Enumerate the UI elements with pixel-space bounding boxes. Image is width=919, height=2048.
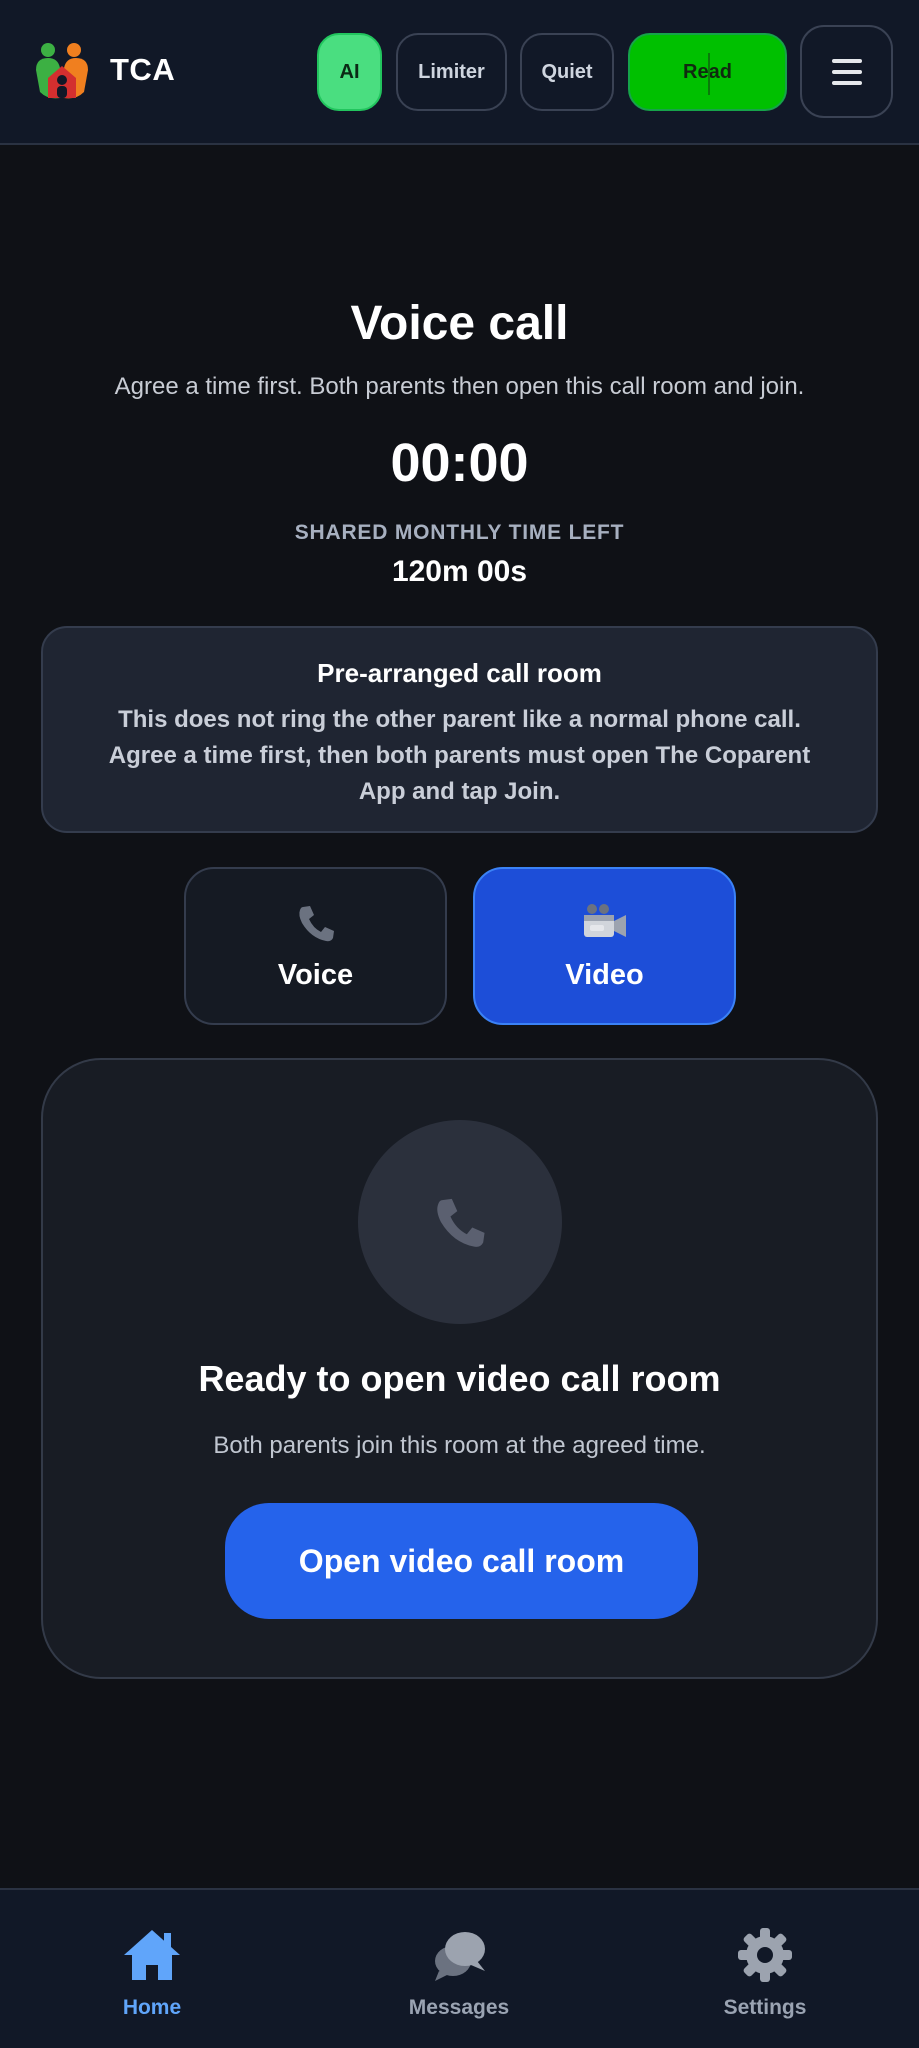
quiet-toggle[interactable]: Quiet: [520, 33, 614, 111]
call-room-title: Ready to open video call room: [198, 1358, 721, 1399]
nav-messages-label: Messages: [408, 1996, 510, 2019]
page-subtitle: Agree a time first. Both parents then op…: [114, 373, 805, 400]
shared-time-label: SHARED MONTHLY TIME LEFT: [294, 521, 625, 544]
voice-mode-button[interactable]: Voice: [184, 867, 447, 1025]
video-mode-label: Video: [565, 959, 644, 991]
nav-settings[interactable]: Settings: [675, 1926, 855, 2020]
shared-time-value: 120m 00s: [391, 555, 528, 588]
read-toggle-divider: [708, 53, 710, 95]
top-bar: TCA AI Limiter Quiet Read: [0, 0, 919, 145]
app-name: TCA: [110, 52, 176, 87]
ai-toggle[interactable]: AI: [317, 33, 382, 111]
notice-title: Pre-arranged call room: [317, 658, 602, 688]
video-mode-button[interactable]: Video: [473, 867, 736, 1025]
voice-mode-label: Voice: [277, 959, 354, 991]
open-call-room-button[interactable]: Open video call room: [225, 1503, 698, 1619]
page-title: Voice call: [350, 297, 569, 350]
call-room-panel: Ready to open video call room Both paren…: [41, 1058, 878, 1679]
phone-icon: [294, 901, 338, 945]
read-toggle[interactable]: Read: [628, 33, 787, 111]
pre-arranged-notice: Pre-arranged call room This does not rin…: [41, 626, 878, 833]
family-logo-icon: [34, 40, 90, 104]
call-status-avatar: [358, 1120, 562, 1324]
chat-bubbles-icon: [427, 1926, 491, 1984]
nav-home-label: Home: [122, 1996, 182, 2019]
nav-home[interactable]: Home: [62, 1926, 242, 2020]
bottom-navigation: Home Messages Settings: [0, 1888, 919, 2048]
menu-button[interactable]: [800, 25, 893, 118]
notice-body: This does not ring the other parent like…: [108, 706, 811, 805]
home-icon: [120, 1926, 184, 1984]
hamburger-icon: [831, 69, 862, 74]
nav-messages[interactable]: Messages: [369, 1926, 549, 2020]
gear-icon: [733, 1926, 797, 1984]
call-timer: 00:00: [390, 433, 529, 493]
phone-icon: [437, 1198, 485, 1247]
video-camera-icon: [580, 901, 630, 945]
limiter-toggle[interactable]: Limiter: [396, 33, 507, 111]
call-room-subtitle: Both parents join this room at the agree…: [213, 1432, 706, 1459]
nav-settings-label: Settings: [723, 1996, 807, 2019]
